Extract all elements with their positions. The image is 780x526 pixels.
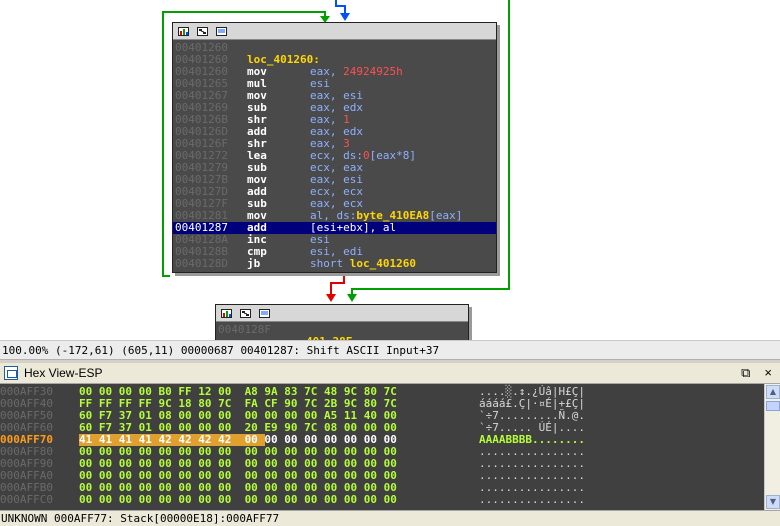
edge-false-branch	[330, 273, 345, 296]
hex-view-status-bar: UNKNOWN 000AFF77: Stack[00000E18]:000AFF…	[0, 510, 780, 526]
asm-operands: short loc_401260	[310, 258, 416, 270]
graph-text-icon[interactable]	[259, 308, 270, 318]
graph-color-icon[interactable]	[178, 26, 189, 36]
status-info: 00401287: Shift ASCII Input+37	[240, 343, 440, 357]
asm-immediate: 0	[362, 149, 370, 162]
edge-jump-right-arrow	[347, 294, 357, 302]
graph-coords: (605,11)	[121, 343, 175, 357]
hex-address: 000AFFC0	[0, 493, 53, 506]
hex-view-window-icon	[4, 366, 18, 380]
hex-bytes[interactable]: 00 00 00 00 00 00 00 00 00 00 00 00 00 0…	[79, 494, 397, 506]
asm-line[interactable]: 0040128D jb short loc_401260	[173, 258, 496, 270]
zoom-level: 100.00%	[2, 343, 49, 357]
graph-node-icon[interactable]	[240, 308, 251, 318]
graph-node-40128f[interactable]: 0040128F401 28F	[215, 304, 469, 340]
hex-view-titlebar[interactable]: Hex View-ESP ⧉ ×	[0, 363, 780, 384]
close-window-icon[interactable]: ×	[764, 365, 772, 381]
graph-color-icon[interactable]	[221, 308, 232, 318]
hex-dump[interactable]: 000AFF30 00 00 00 00 B0 FF 12 00 A8 9A 83…	[0, 384, 764, 510]
disassembly-listing[interactable]: 0040128F401 28F	[216, 322, 468, 341]
edge-fallthrough-in-arrow	[340, 13, 350, 21]
hex-row[interactable]: 000AFFC0 00 00 00 00 00 00 00 00 00 00 00…	[0, 494, 764, 506]
scroll-down-icon[interactable]: ▼	[766, 495, 780, 509]
asm-immediate: 24924925h	[343, 65, 403, 78]
asm-address: 0040128D	[175, 257, 228, 270]
scrollbar-thumb[interactable]	[766, 401, 780, 411]
graph-node-icon[interactable]	[197, 26, 208, 36]
graph-node-header	[173, 23, 496, 40]
asm-reference[interactable]: loc_401260	[350, 257, 416, 270]
graph-view[interactable]: 00401260 00401260 loc_401260: 00401260 mov ea…	[0, 0, 780, 340]
hex-ascii[interactable]: ................	[479, 494, 585, 506]
file-offset: 00000687	[180, 343, 234, 357]
hex-view-title: Hex View-ESP	[24, 366, 103, 380]
graph-node-header	[216, 305, 468, 322]
ida-status-bar: 100.00% (-172,61) (605,11) 00000687 0040…	[0, 340, 780, 360]
asm-operand-text: [eax*8]	[369, 149, 416, 162]
graph-node-loc-401260[interactable]: 00401260 00401260 loc_401260: 00401260 mov ea…	[172, 22, 497, 273]
cursor-coords: (-172,61)	[54, 343, 115, 357]
asm-mnemonic: jb	[247, 257, 261, 270]
edge-false-branch-arrow	[326, 294, 336, 302]
asm-operand-text: [eax]	[429, 209, 463, 222]
asm-operand-text: short	[310, 257, 350, 270]
hex-vertical-scrollbar[interactable]: ▲ ▼	[764, 384, 780, 510]
scroll-up-icon[interactable]: ▲	[766, 385, 780, 399]
graph-text-icon[interactable]	[216, 26, 227, 36]
hex-status-text: UNKNOWN 000AFF77: Stack[00000E18]:000AFF…	[1, 512, 280, 525]
restore-window-icon[interactable]: ⧉	[741, 365, 750, 381]
asm-address: 0040128F	[218, 323, 271, 336]
disassembly-listing[interactable]: 00401260 00401260 loc_401260: 00401260 mov ea…	[173, 40, 496, 270]
